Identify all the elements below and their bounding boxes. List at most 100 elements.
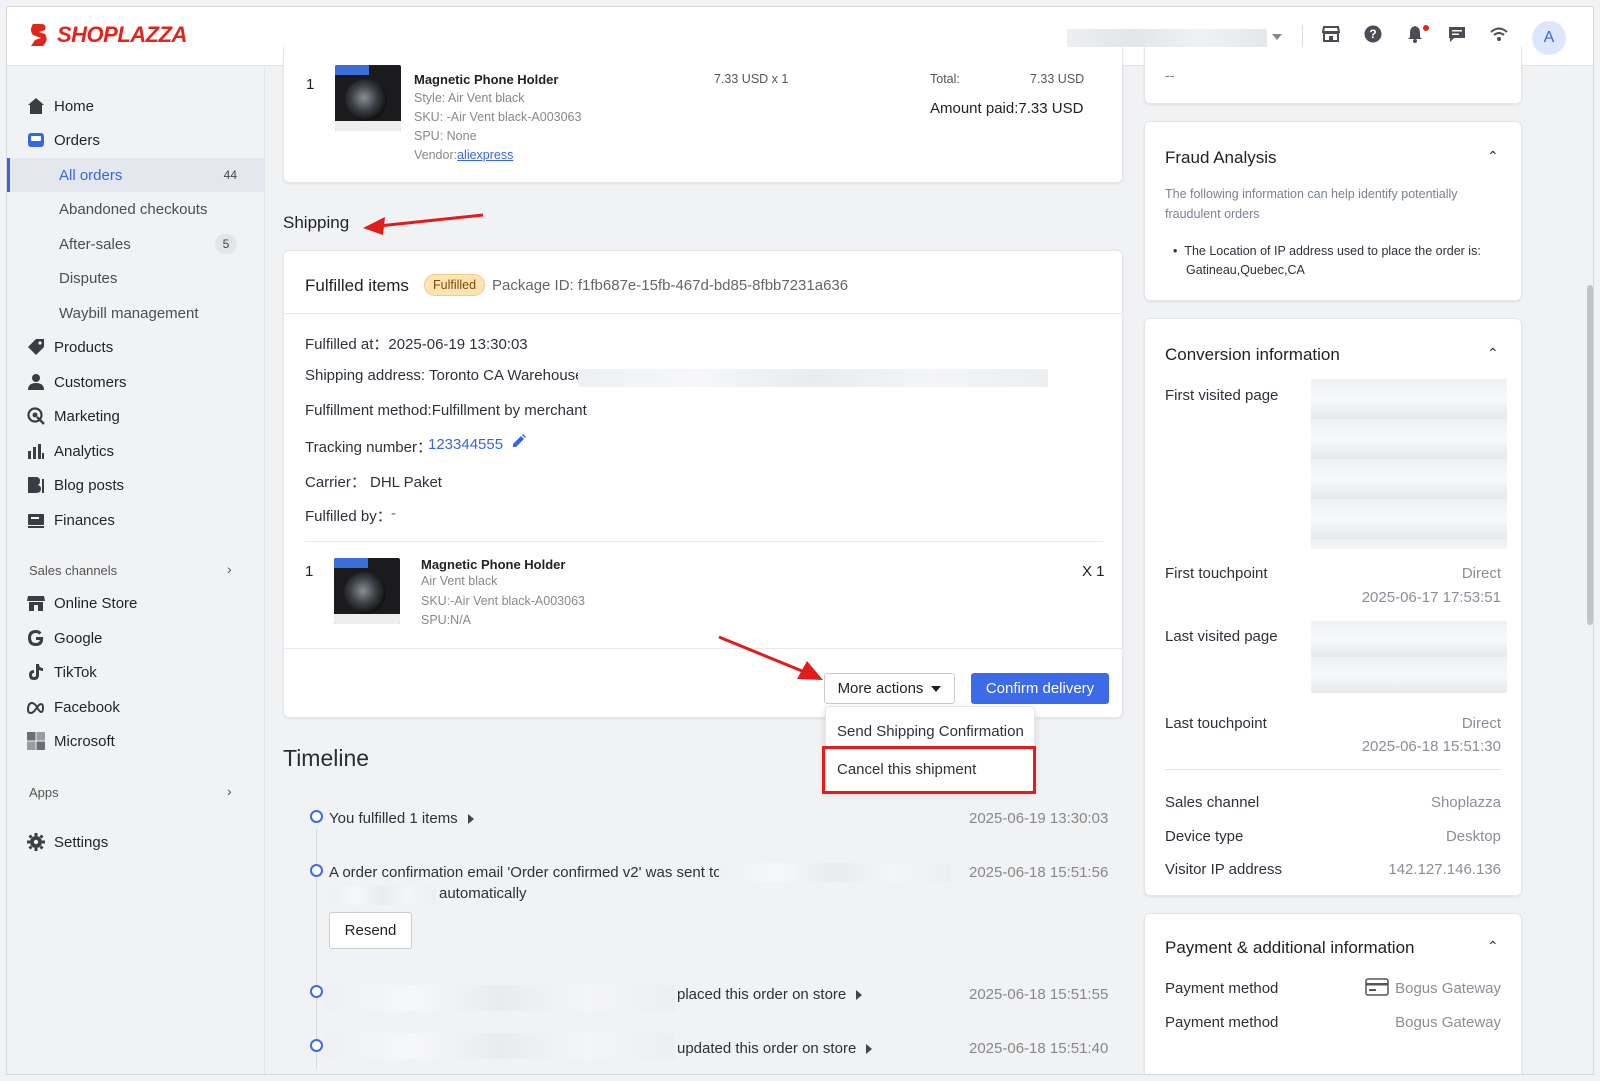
payment-method-label: Payment method [1165,1014,1279,1031]
sidebar-item-orders[interactable]: Orders [7,123,265,157]
sales-channel-value: Shoplazza [1430,794,1501,811]
timeline-event-updated[interactable]: updated this order on store [677,1040,873,1057]
sidebar-item-blog-posts[interactable]: Blog posts [7,468,265,502]
sidebar-item-disputes[interactable]: Disputes [7,261,265,295]
gear-icon [27,833,45,851]
chevron-up-icon[interactable]: ⌃ [1487,148,1499,165]
sidebar-item-marketing[interactable]: Marketing [7,399,265,433]
sidebar-item-label: Waybill management [59,304,199,322]
last-touchpoint-label: Last touchpoint [1165,715,1267,732]
svg-text:?: ? [1369,27,1376,41]
timeline-event-email-suffix: automatically [439,885,527,902]
redacted-url [1311,621,1507,693]
sidebar-item-analytics[interactable]: Analytics [7,434,265,468]
first-touchpoint-label: First touchpoint [1165,565,1268,582]
sidebar-item-facebook[interactable]: Facebook [7,690,265,724]
timeline-dot [310,985,323,998]
product-name[interactable]: Magnetic Phone Holder [414,72,558,87]
sales-channel-label: Sales channel [1165,794,1260,811]
product-sku: SKU: -Air Vent black-A003063 [414,110,582,124]
conversion-information-card: Conversion information ⌃ First visited p… [1144,318,1522,896]
sidebar-item-abandoned-checkouts[interactable]: Abandoned checkouts [7,192,265,226]
qty-price: 7.33 USD x 1 [714,72,789,86]
redacted-customer [325,985,675,1011]
product-spu: SPU: None [414,129,477,143]
sidebar-item-label: Blog posts [54,476,125,494]
sidebar-item-tiktok[interactable]: TikTok [7,655,265,689]
timeline-event-fulfilled[interactable]: You fulfilled 1 items [329,810,474,827]
sidebar-item-all-orders[interactable]: All orders 44 [7,158,265,192]
timeline-time: 2025-06-18 15:51:40 [969,1040,1109,1057]
store-selector[interactable] [1067,29,1267,47]
chat-icon[interactable] [1445,25,1469,49]
caret-down-icon[interactable] [1272,34,1282,40]
tracking-number-link[interactable]: 123344555 [428,436,503,453]
sidebar-item-home[interactable]: Home [7,89,265,123]
product-variant: Air Vent black [421,574,498,588]
confirm-delivery-button[interactable]: Confirm delivery [971,673,1109,704]
vendor-link[interactable]: aliexpress [457,148,513,162]
fulfilled-items-title: Fulfilled items [305,276,409,295]
sidebar-item-label: After-sales [59,235,131,253]
resend-button[interactable]: Resend [329,912,412,949]
sidebar-item-finances[interactable]: Finances [7,503,265,537]
sidebar-item-label: All orders [59,166,123,184]
carrier: Carrier： DHL Paket [305,474,442,491]
sidebar-item-microsoft[interactable]: Microsoft [7,724,265,758]
sidebar-item-online-store[interactable]: Online Store [7,586,265,620]
timeline-event-placed[interactable]: placed this order on store [677,986,863,1003]
first-visited-page-label: First visited page [1165,387,1279,404]
sidebar-item-google[interactable]: Google [7,621,265,655]
more-actions-button[interactable]: More actions [824,673,955,704]
fulfilled-at: Fulfilled at：2025-06-19 13:30:03 [305,336,528,353]
product-spu: SPU:N/A [421,613,472,627]
product-thumbnail[interactable] [334,558,400,624]
sidebar-item-waybill-management[interactable]: Waybill management [7,296,265,330]
sidebar-item-label: Settings [54,833,109,851]
sidebar-item-label: Home [54,97,95,115]
sidebar-item-label: Finances [54,511,115,529]
chevron-right-icon[interactable]: › [227,561,232,577]
blog-icon [28,477,44,493]
chevron-up-icon[interactable]: ⌃ [1487,345,1499,362]
notification-dot [1423,25,1429,31]
scrollbar-track[interactable] [1585,67,1593,1074]
redacted-url [1311,379,1507,549]
product-thumbnail[interactable] [335,65,401,131]
sidebar-item-after-sales[interactable]: After-sales 5 [7,227,265,261]
brand-logo[interactable]: SHOPLAZZA [27,22,187,48]
wifi-icon[interactable] [1487,25,1511,49]
count-badge: 44 [217,165,243,185]
device-type-value: Desktop [1445,828,1501,845]
sales-channels-label: Sales channels [29,563,118,578]
visitor-ip-value: 142.127.146.136 [1388,861,1501,878]
device-type-label: Device type [1165,828,1244,845]
payment-information-card: Payment & additional information ⌃ Payme… [1144,913,1522,1074]
menu-item-send-shipping-confirmation[interactable]: Send Shipping Confirmation [837,723,1024,740]
user-avatar[interactable]: A [1532,21,1566,55]
fraud-description-line1: The following information can help ident… [1165,187,1458,201]
fraud-analysis-title: Fraud Analysis [1165,148,1277,167]
product-name[interactable]: Magnetic Phone Holder [421,557,565,572]
tiktok-icon [29,664,43,680]
scrollbar-thumb[interactable] [1587,285,1593,625]
fraud-bullet: • The Location of IP address used to pla… [1173,244,1481,258]
fulfillment-method: Fulfillment method:Fulfillment by mercha… [305,402,587,419]
sidebar-item-label: Orders [54,131,100,149]
sidebar-item-customers[interactable]: Customers [7,365,265,399]
home-icon [28,98,44,114]
chevron-up-icon[interactable]: ⌃ [1487,938,1499,955]
item-index: 1 [306,76,315,93]
tracking-label: Tracking number： [305,439,432,456]
sidebar-item-products[interactable]: Products [7,330,265,364]
store-icon[interactable] [1319,25,1343,49]
sidebar-item-label: Disputes [59,269,118,287]
chevron-right-icon[interactable]: › [227,783,232,799]
last-visited-page-label: Last visited page [1165,628,1278,645]
button-label: More actions [837,680,924,697]
timeline-heading: Timeline [283,745,370,771]
edit-icon[interactable] [512,434,526,448]
sidebar-item-settings[interactable]: Settings [7,825,265,859]
help-icon[interactable]: ? [1361,25,1385,49]
shoplazza-logo-icon [31,24,47,46]
